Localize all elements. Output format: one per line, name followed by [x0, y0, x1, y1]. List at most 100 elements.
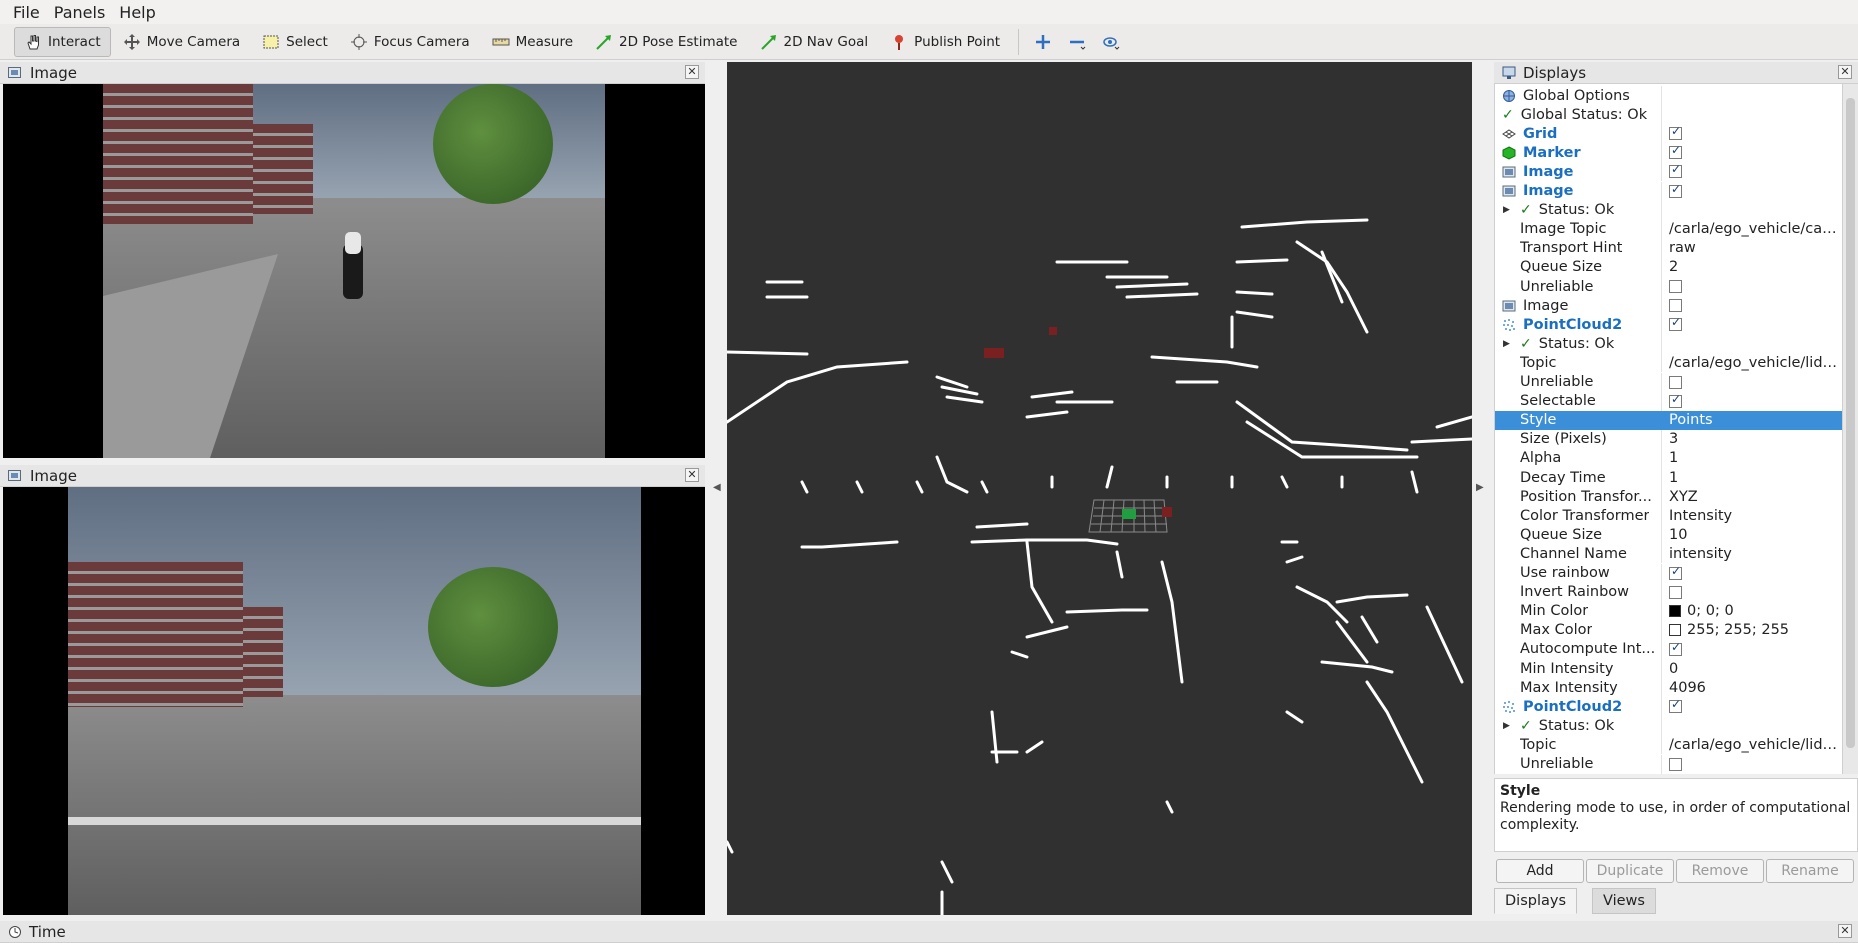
nav-goal-tool-button[interactable]: 2D Nav Goal	[750, 27, 879, 57]
property-row[interactable]: Position Transfor... XYZ	[1495, 487, 1842, 507]
tree-row-value[interactable]: 1	[1663, 450, 1842, 466]
tree-row-value[interactable]	[1663, 393, 1842, 409]
tree-row-value[interactable]	[1663, 145, 1842, 161]
color-swatch[interactable]	[1669, 624, 1681, 637]
property-row[interactable]: ▶ ✓ Status: Ok	[1495, 334, 1842, 354]
tab-views[interactable]: Views	[1592, 888, 1656, 914]
color-swatch[interactable]	[1669, 605, 1681, 618]
close-icon[interactable]: ✕	[1838, 924, 1852, 938]
property-row[interactable]: Autocompute Int...	[1495, 639, 1842, 659]
property-row[interactable]: ▶ ✓ Status: Ok	[1495, 716, 1842, 736]
display-item[interactable]: Image	[1495, 181, 1842, 201]
property-row[interactable]: Topic/carla/ego_vehicle/lida...	[1495, 735, 1842, 755]
property-row[interactable]: Color Transformer Intensity	[1495, 506, 1842, 526]
tree-row-value[interactable]	[1663, 126, 1842, 142]
tree-row-value[interactable]	[1663, 183, 1842, 199]
checkbox[interactable]	[1669, 375, 1682, 389]
tree-row-value[interactable]: 0; 0; 0	[1663, 603, 1842, 619]
tree-row-value[interactable]: 2	[1663, 259, 1842, 275]
tree-row-value[interactable]: Points	[1663, 412, 1842, 428]
add-tool-button[interactable]	[1027, 27, 1059, 57]
publish-point-tool-button[interactable]: Publish Point	[880, 27, 1010, 57]
checkbox[interactable]	[1669, 585, 1682, 599]
expand-arrow-icon[interactable]: ▶	[1503, 205, 1515, 215]
tree-row-value[interactable]	[1663, 565, 1842, 581]
checkbox[interactable]	[1669, 757, 1682, 771]
checkbox[interactable]	[1669, 183, 1682, 198]
checkbox[interactable]	[1669, 641, 1682, 656]
select-tool-button[interactable]: Select	[252, 27, 338, 57]
scrollbar-thumb[interactable]	[1846, 98, 1855, 748]
property-row[interactable]: Transport Hint raw	[1495, 238, 1842, 258]
property-row[interactable]: Image Topic/carla/ego_vehicle/cam...	[1495, 219, 1842, 239]
displays-scrollbar[interactable]	[1842, 84, 1858, 774]
tree-row-value[interactable]: /carla/ego_vehicle/lida...	[1663, 355, 1842, 371]
property-row[interactable]: Topic/carla/ego_vehicle/lida...	[1495, 353, 1842, 373]
tree-row-value[interactable]: 1	[1663, 470, 1842, 486]
checkbox[interactable]	[1669, 699, 1682, 714]
display-item[interactable]: PointCloud2	[1495, 697, 1842, 717]
tree-row-value[interactable]	[1663, 279, 1842, 295]
property-row[interactable]: Max Intensity 4096	[1495, 678, 1842, 698]
collapse-left-arrow-icon[interactable]: ◀	[713, 482, 721, 493]
property-row[interactable]: Size (Pixels) 3	[1495, 429, 1842, 449]
render-3d-view[interactable]	[727, 62, 1472, 915]
property-row[interactable]: Selectable	[1495, 391, 1842, 411]
property-row[interactable]: Queue Size 2	[1495, 257, 1842, 277]
checkbox[interactable]	[1669, 164, 1682, 179]
display-item[interactable]: Image	[1495, 162, 1842, 182]
tree-row[interactable]: Global Options	[1495, 86, 1842, 105]
checkbox[interactable]	[1669, 145, 1682, 160]
tree-row-value[interactable]: raw	[1663, 240, 1842, 256]
tree-row-value[interactable]: 4096	[1663, 680, 1842, 696]
display-item[interactable]: PointCloud2	[1495, 315, 1842, 335]
tree-row-value[interactable]: XYZ	[1663, 489, 1842, 505]
focus-camera-tool-button[interactable]: Focus Camera	[340, 27, 480, 57]
property-row[interactable]: ▶ ✓ Status: Ok	[1495, 200, 1842, 220]
menu-file[interactable]: File	[6, 3, 47, 22]
tree-row[interactable]: ✓ Global Status: Ok	[1495, 105, 1842, 125]
property-row[interactable]: Decay Time 1	[1495, 468, 1842, 487]
tree-row-value[interactable]	[1663, 164, 1842, 180]
property-row[interactable]: Use rainbow	[1495, 563, 1842, 583]
checkbox[interactable]	[1669, 299, 1682, 313]
tree-row-value[interactable]: intensity	[1663, 546, 1842, 562]
tree-row-value[interactable]	[1663, 374, 1842, 390]
checkbox[interactable]	[1669, 280, 1682, 293]
close-icon[interactable]: ✕	[685, 468, 699, 482]
view-options-button[interactable]	[1095, 27, 1127, 57]
checkbox[interactable]	[1669, 565, 1682, 580]
property-row[interactable]: Unreliable	[1495, 277, 1842, 296]
tree-row-value[interactable]	[1663, 699, 1842, 715]
property-row[interactable]: Invert Rainbow	[1495, 582, 1842, 602]
collapse-right-arrow-icon[interactable]: ▶	[1476, 482, 1484, 493]
property-row[interactable]: Queue Size 10	[1495, 525, 1842, 545]
close-icon[interactable]: ✕	[1838, 65, 1852, 79]
pose-estimate-tool-button[interactable]: 2D Pose Estimate	[585, 27, 747, 57]
tree-row-value[interactable]: Intensity	[1663, 508, 1842, 524]
property-row[interactable]: Style Points	[1495, 410, 1842, 430]
tree-row-value[interactable]: 0	[1663, 661, 1842, 677]
rename-display-button[interactable]: Rename	[1766, 859, 1854, 883]
tree-row[interactable]: Image	[1495, 296, 1842, 316]
property-row[interactable]: Min Intensity 0	[1495, 659, 1842, 678]
tree-row-value[interactable]	[1663, 641, 1842, 657]
display-item[interactable]: Grid	[1495, 124, 1842, 144]
tree-row-value[interactable]: 255; 255; 255	[1663, 622, 1842, 638]
tab-displays[interactable]: Displays	[1494, 888, 1578, 914]
remove-tool-button[interactable]	[1061, 27, 1093, 57]
property-row[interactable]: Unreliable	[1495, 372, 1842, 392]
menu-help[interactable]: Help	[112, 3, 162, 22]
expand-arrow-icon[interactable]: ▶	[1503, 721, 1515, 731]
tree-row-value[interactable]	[1663, 756, 1842, 772]
checkbox[interactable]	[1669, 317, 1682, 332]
property-row[interactable]: Max Color 255; 255; 255	[1495, 620, 1842, 640]
checkbox[interactable]	[1669, 126, 1682, 141]
property-row[interactable]: Alpha 1	[1495, 448, 1842, 468]
tree-row-value[interactable]: 3	[1663, 431, 1842, 447]
tree-row-value[interactable]	[1663, 584, 1842, 600]
property-row[interactable]: Min Color 0; 0; 0	[1495, 601, 1842, 621]
tree-row-value[interactable]: /carla/ego_vehicle/lida...	[1663, 737, 1842, 753]
move-camera-tool-button[interactable]: Move Camera	[113, 27, 250, 57]
tree-row-value[interactable]: /carla/ego_vehicle/cam...	[1663, 221, 1842, 237]
